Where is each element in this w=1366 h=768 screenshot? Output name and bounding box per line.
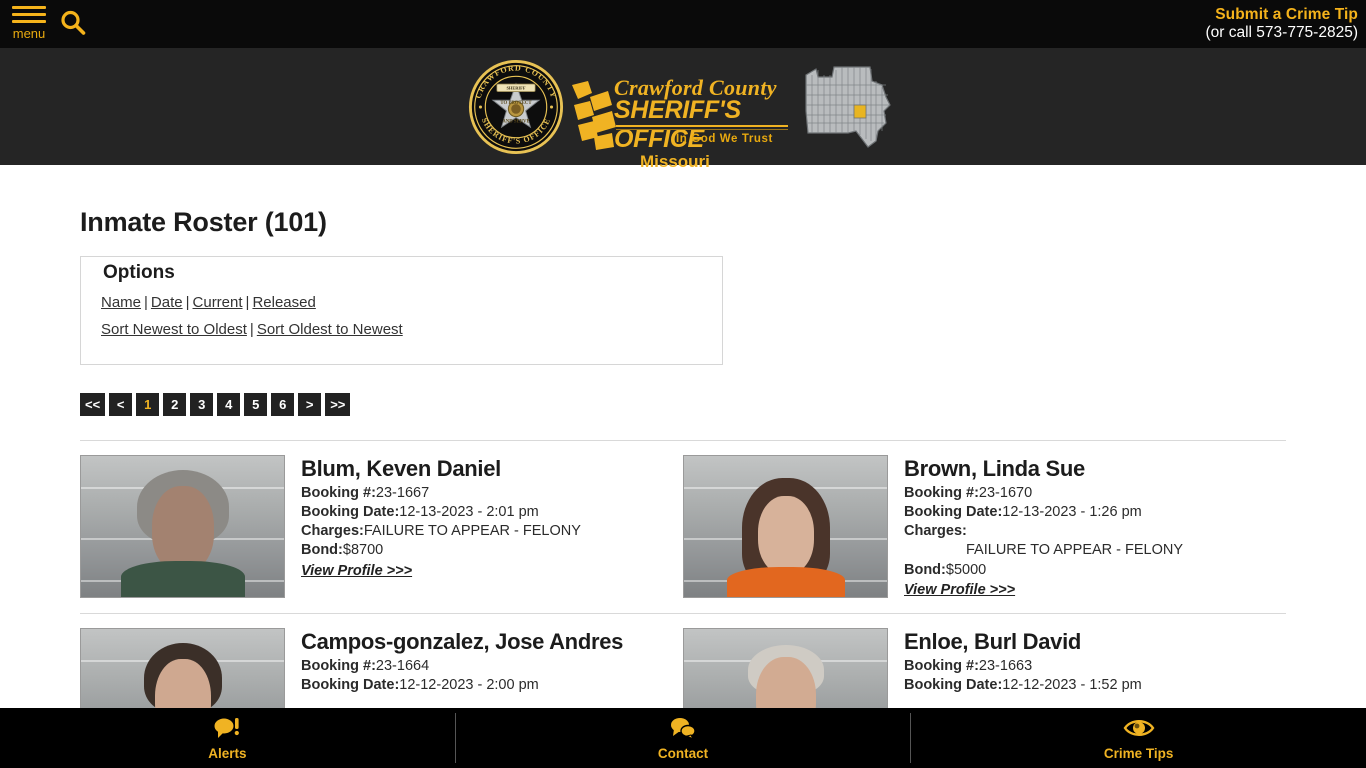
inmate-booking-number: Booking #:23-1667 bbox=[301, 484, 430, 501]
inmate-booking-date: Booking Date:12-12-2023 - 2:00 pm bbox=[301, 676, 539, 693]
eye-icon bbox=[1123, 716, 1155, 745]
missouri-state-map-icon bbox=[798, 61, 898, 153]
options-legend: Options bbox=[97, 262, 181, 284]
filter-link-current[interactable]: Current bbox=[193, 294, 243, 311]
menu-label: menu bbox=[12, 25, 46, 41]
svg-text:TO PROTECT: TO PROTECT bbox=[500, 101, 532, 106]
separator: | bbox=[245, 294, 250, 311]
crime-tip-phone: (or call 573-775-2825) bbox=[1205, 24, 1358, 41]
inmate-card: Blum, Keven Daniel Booking #:23-1667 Boo… bbox=[80, 455, 683, 599]
inmate-name: Brown, Linda Sue bbox=[904, 456, 1085, 481]
inmate-details: Brown, Linda Sue Booking #:23-1670 Booki… bbox=[904, 455, 1183, 599]
inmate-booking-number: Booking #:23-1663 bbox=[904, 657, 1033, 674]
inmate-details: Blum, Keven Daniel Booking #:23-1667 Boo… bbox=[301, 455, 581, 599]
inmate-booking-date: Booking Date:12-13-2023 - 1:26 pm bbox=[904, 503, 1142, 520]
wordmark-rule bbox=[616, 124, 788, 127]
inmate-bond: Bond:$5000 bbox=[904, 561, 987, 578]
footer-item-crime-tips[interactable]: Crime Tips bbox=[910, 713, 1366, 763]
footer-label-crime-tips: Crime Tips bbox=[1103, 745, 1174, 761]
separator: | bbox=[185, 294, 190, 311]
footer-label-alerts: Alerts bbox=[208, 745, 247, 761]
inmate-mugshot[interactable] bbox=[80, 455, 285, 598]
filter-link-name[interactable]: Name bbox=[101, 294, 141, 311]
footer-item-alerts[interactable]: Alerts bbox=[0, 713, 455, 763]
submit-crime-tip-link[interactable]: Submit a Crime Tip bbox=[1205, 6, 1358, 24]
separator: | bbox=[144, 294, 148, 311]
pagination: << < 1 2 3 4 5 6 > >> bbox=[80, 393, 1366, 416]
sheriff-wordmark: Crawford County SHERIFF'S OFFICE In God … bbox=[572, 57, 790, 171]
topbar-left-group: menu bbox=[0, 5, 88, 43]
site-masthead: CRAWFORD COUNTY SHERIFF'S OFFICE SHERIFF bbox=[0, 48, 1366, 171]
pagination-page-6[interactable]: 6 bbox=[271, 393, 295, 416]
pagination-next[interactable]: > bbox=[298, 393, 322, 416]
view-profile-link[interactable]: View Profile >>> bbox=[904, 582, 1015, 598]
pagination-page-3[interactable]: 3 bbox=[190, 393, 214, 416]
sort-links-row: Sort Newest to Oldest | Sort Oldest to New… bbox=[101, 321, 702, 338]
pagination-page-1[interactable]: 1 bbox=[136, 393, 160, 416]
sort-newest-to-oldest-link[interactable]: Sort Newest to Oldest bbox=[101, 321, 247, 338]
wordmark-motto: In God We Trust bbox=[676, 132, 773, 145]
inmate-booking-number: Booking #:23-1664 bbox=[301, 657, 430, 674]
inmate-charges: Charges:FAILURE TO APPEAR - FELONY bbox=[301, 523, 581, 540]
pagination-last[interactable]: >> bbox=[325, 393, 351, 416]
sheriff-badge-seal-icon: CRAWFORD COUNTY SHERIFF'S OFFICE SHERIFF bbox=[468, 59, 564, 155]
separator: | bbox=[249, 321, 254, 338]
view-profile-link[interactable]: View Profile >>> bbox=[301, 563, 412, 579]
wordmark-rule-secondary bbox=[616, 128, 788, 130]
inmate-name: Enloe, Burl David bbox=[904, 629, 1082, 655]
pagination-page-5[interactable]: 5 bbox=[244, 393, 268, 416]
page-title: Inmate Roster (101) bbox=[80, 207, 327, 237]
sort-oldest-to-newest-link[interactable]: Sort Oldest to Newest bbox=[257, 321, 403, 338]
filter-link-date[interactable]: Date bbox=[151, 294, 183, 311]
page-root: menu Submit a Crime Tip (or call 573-775… bbox=[0, 0, 1366, 768]
inmate-name: Campos-gonzalez, Jose Andres bbox=[301, 629, 624, 655]
inmate-bond: Bond:$8700 bbox=[301, 542, 384, 559]
search-icon[interactable] bbox=[58, 8, 88, 43]
filter-links-row: Name | Date | Current | Released bbox=[101, 294, 702, 311]
site-footer: Alerts Contact Crime Tips bbox=[0, 708, 1366, 768]
roster-row: Blum, Keven Daniel Booking #:23-1667 Boo… bbox=[80, 440, 1286, 613]
menu-button[interactable]: menu bbox=[10, 5, 48, 41]
svg-text:AND SERVE: AND SERVE bbox=[502, 119, 529, 124]
pagination-page-4[interactable]: 4 bbox=[217, 393, 241, 416]
inmate-mugshot[interactable] bbox=[683, 455, 888, 598]
county-shape-icon bbox=[572, 80, 616, 150]
footer-label-contact: Contact bbox=[657, 745, 709, 761]
chat-bubbles-icon bbox=[668, 716, 698, 745]
pagination-page-2[interactable]: 2 bbox=[163, 393, 187, 416]
footer-item-contact[interactable]: Contact bbox=[454, 713, 911, 763]
svg-text:SHERIFF: SHERIFF bbox=[506, 85, 525, 90]
site-logo[interactable]: CRAWFORD COUNTY SHERIFF'S OFFICE SHERIFF bbox=[468, 57, 898, 171]
topbar-right-group: Submit a Crime Tip (or call 573-775-2825… bbox=[1205, 6, 1366, 42]
inmate-booking-date: Booking Date:12-13-2023 - 2:01 pm bbox=[301, 503, 539, 520]
inmate-booking-number: Booking #:23-1670 bbox=[904, 484, 1033, 501]
inmate-card: Brown, Linda Sue Booking #:23-1670 Booki… bbox=[683, 455, 1286, 599]
pagination-first[interactable]: << bbox=[80, 393, 106, 416]
inmate-charges: Charges:FAILURE TO APPEAR - FELONY bbox=[904, 523, 1184, 559]
top-utility-bar: menu Submit a Crime Tip (or call 573-775… bbox=[0, 0, 1366, 48]
inmate-booking-date: Booking Date:12-12-2023 - 1:52 pm bbox=[904, 676, 1142, 693]
hamburger-icon bbox=[12, 5, 46, 27]
options-panel: Options Name | Date | Current | Released Sort … bbox=[80, 256, 723, 365]
inmate-name: Blum, Keven Daniel bbox=[301, 456, 501, 481]
filter-link-released[interactable]: Released bbox=[252, 294, 315, 311]
main-content: Inmate Roster (101) Options Name | Date | Cu… bbox=[0, 165, 1366, 768]
alert-speech-bubble-icon bbox=[213, 716, 241, 745]
pagination-prev[interactable]: < bbox=[109, 393, 133, 416]
